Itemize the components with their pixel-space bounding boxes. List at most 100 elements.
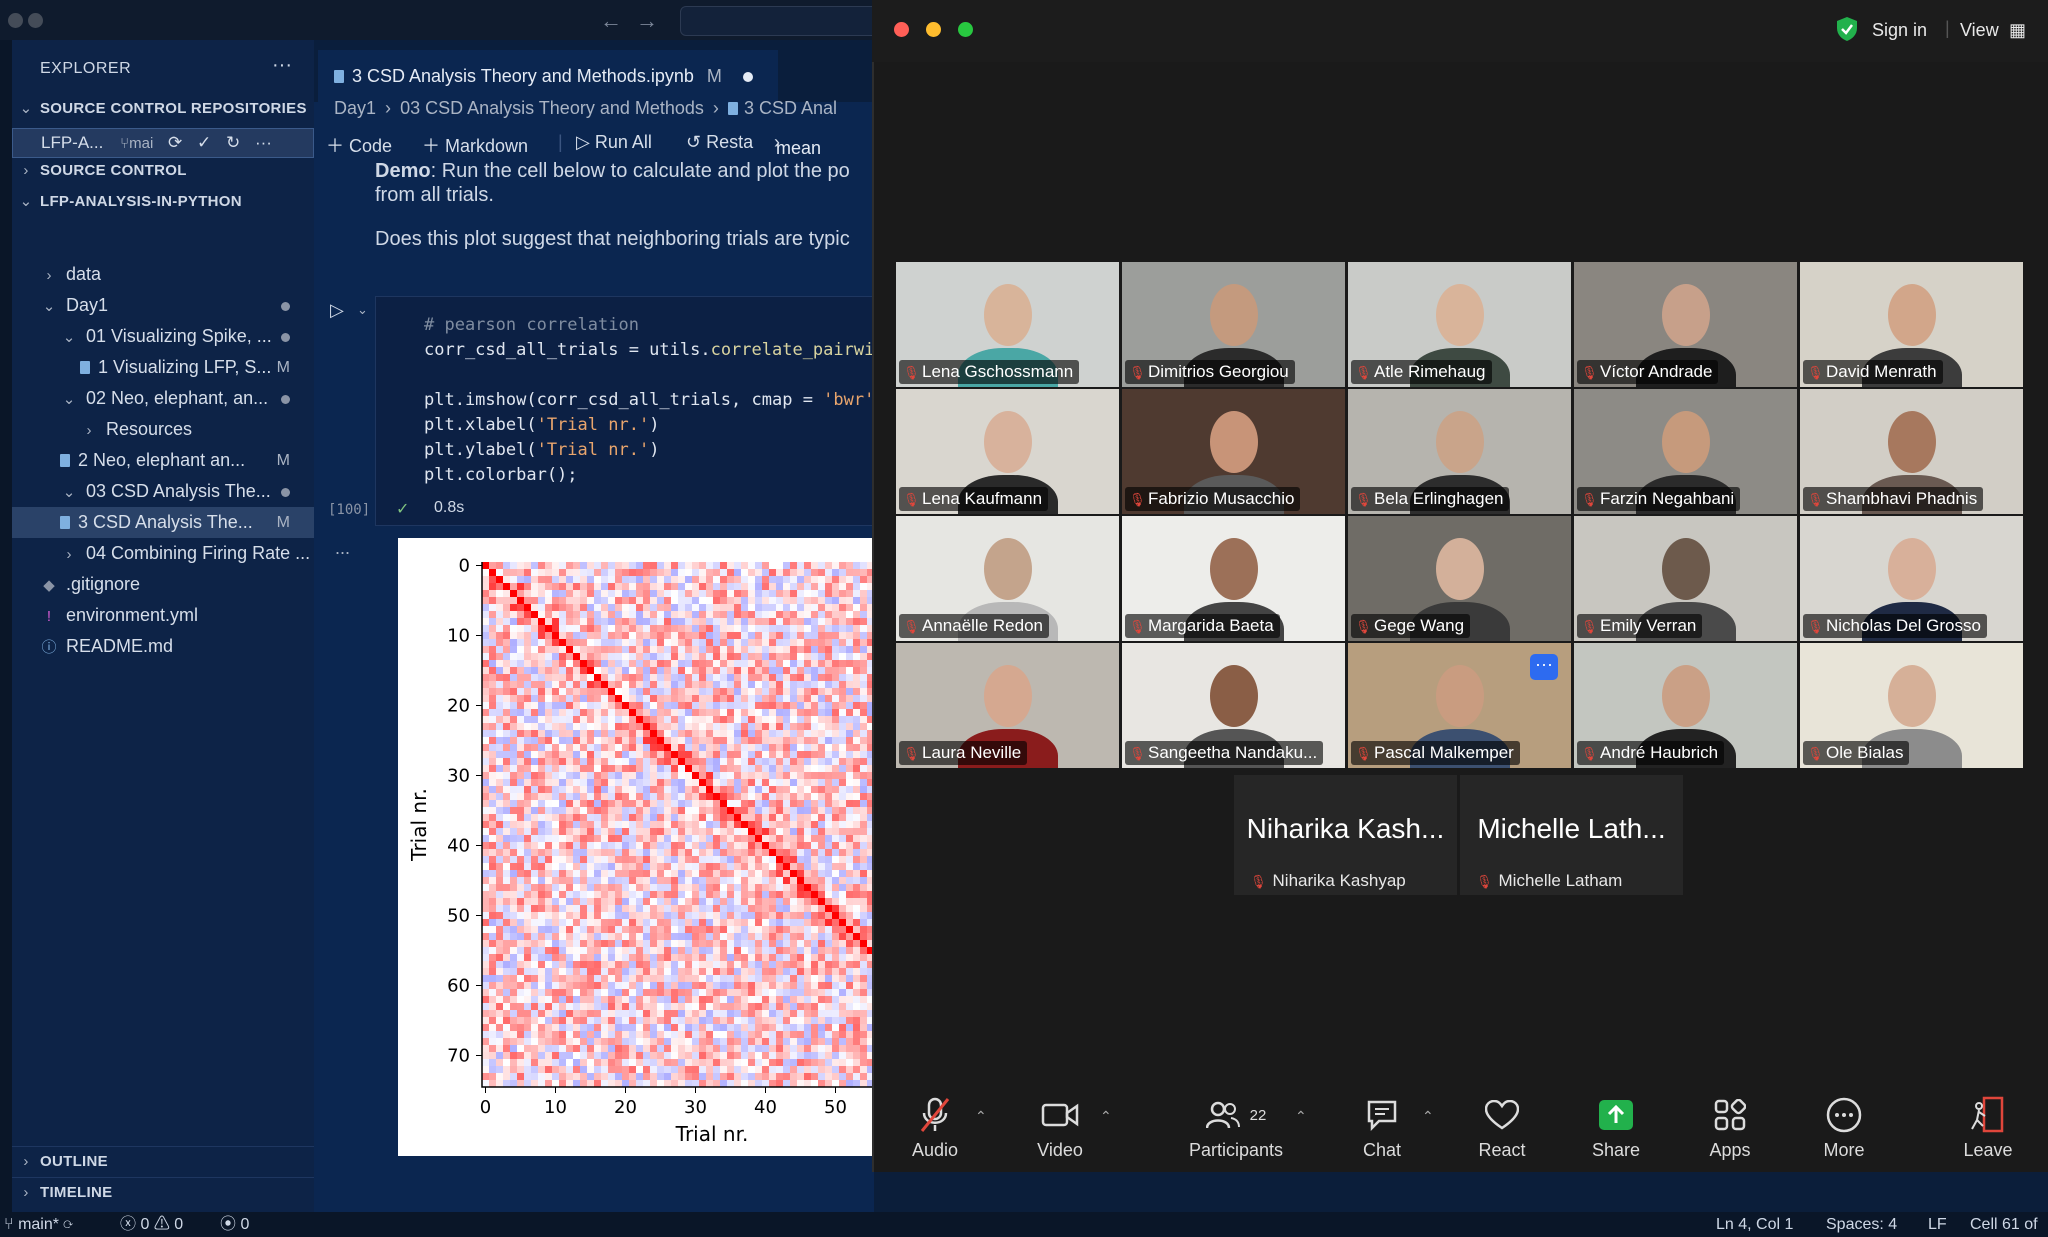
eol[interactable]: LF [1928,1212,1947,1237]
forward-arrow-icon[interactable]: → [636,8,658,34]
view-button[interactable]: View [1960,20,1999,41]
repo-more-icon[interactable]: ··· [255,133,272,152]
participant-tile[interactable]: 🎙 Sangeetha Nandaku... [1122,643,1345,768]
window-control[interactable] [8,13,23,28]
participant-tile-overflow[interactable]: Niharika Kash... 🎙 Niharika Kashyap [1234,775,1457,895]
participant-tile[interactable]: 🎙 Laura Neville [896,643,1119,768]
participants-caret-icon[interactable]: ⌃ [1295,1108,1307,1125]
cell-position[interactable]: Cell 61 of [1970,1212,2038,1237]
participant-tile[interactable]: 🎙 André Haubrich [1574,643,1797,768]
section-source-control[interactable]: › SOURCE CONTROL [12,156,314,186]
tree-item[interactable]: ! environment.yml [12,600,314,631]
breadcrumb-item[interactable]: Day1 [334,98,376,118]
participant-tile[interactable]: 🎙 Nicholas Del Grosso [1800,516,2023,641]
cursor-position[interactable]: Ln 4, Col 1 [1716,1212,1793,1237]
tree-item[interactable]: › 04 Combining Firing Rate ... [12,538,314,569]
participant-tile[interactable]: 🎙 Lena Kaufmann [896,389,1119,514]
participant-tile[interactable]: 🎙 Víctor Andrade [1574,262,1797,387]
back-arrow-icon[interactable]: ← [600,8,622,34]
sync-icon[interactable]: ⟳ [168,133,182,152]
tree-item[interactable]: ⌄ 02 Neo, elephant, an... [12,383,314,414]
section-timeline[interactable]: › TIMELINE [12,1177,314,1207]
tree-item[interactable]: › data [12,259,314,290]
breadcrumb-item[interactable]: 3 CSD Anal [744,98,837,118]
chat-caret-icon[interactable]: ⌃ [1422,1108,1434,1125]
share-button[interactable]: Share [1566,1096,1666,1161]
react-button[interactable]: React [1452,1096,1552,1161]
tab-notebook[interactable]: 3 CSD Analysis Theory and Methods.ipynb … [318,50,778,102]
participant-tile[interactable]: 🎙 Emily Verran [1574,516,1797,641]
participant-tile[interactable]: 🎙 Farzin Negahbani [1574,389,1797,514]
more-actions-icon[interactable]: ··· [272,54,292,77]
add-code-button[interactable]: ＋ Code [326,132,392,158]
heatmap-cell [692,646,699,653]
participant-tile[interactable]: 🎙 David Menrath [1800,262,2023,387]
video-caret-icon[interactable]: ⌃ [1100,1108,1112,1125]
refresh-icon[interactable]: ↻ [226,133,240,152]
tile-more-button[interactable]: ··· [1530,654,1558,680]
participant-tile[interactable]: 🎙 Gege Wang [1348,516,1571,641]
commit-check-icon[interactable]: ✓ [197,133,211,152]
leave-button[interactable]: Leave [1938,1096,2038,1161]
heatmap-cell [797,877,804,884]
restart-button[interactable]: ↺ Resta [686,132,753,153]
breadcrumb-item[interactable]: 03 CSD Analysis Theory and Methods [400,98,704,118]
window-control[interactable] [28,13,43,28]
repo-row[interactable]: LFP-A... ⑂mai ⟳ ✓ ↻ ··· [12,128,314,158]
audio-caret-icon[interactable]: ⌃ [975,1108,987,1125]
kernel-label[interactable]: mean [776,138,821,159]
participant-tile[interactable]: 🎙 Fabrizio Musacchio [1122,389,1345,514]
participant-tile[interactable]: 🎙 Dimitrios Georgiou [1122,262,1345,387]
section-project[interactable]: ⌄ LFP-ANALYSIS-IN-PYTHON [12,187,314,217]
add-markdown-button[interactable]: ＋ Markdown [422,132,528,158]
chat-button[interactable]: Chat [1332,1096,1432,1161]
participant-tile[interactable]: 🎙 Annaëlle Redon [896,516,1119,641]
sign-in-button[interactable]: Sign in [1872,20,1927,41]
problems-status[interactable]: ⓧ 0 ⚠ 0 [120,1212,183,1237]
more-button[interactable]: More [1794,1096,1894,1161]
tree-item[interactable]: ⓘ README.md [12,631,314,662]
heatmap-cell [699,975,706,982]
branch-status[interactable]: ⑂ main* ⟳ [4,1212,73,1237]
audio-button[interactable]: Audio [885,1096,985,1161]
run-cell-icon[interactable]: ▷ [330,300,344,321]
command-center-search[interactable] [680,6,880,36]
participants-button[interactable]: 22 Participants [1176,1096,1296,1161]
heatmap-cell [531,828,538,835]
tree-item[interactable]: 2 Neo, elephant an... M [12,445,314,476]
participant-tile[interactable]: 🎙 Shambhavi Phadnis [1800,389,2023,514]
tree-item[interactable]: 1 Visualizing LFP, S... M [12,352,314,383]
participant-tile[interactable]: 🎙 Lena Gschossmann [896,262,1119,387]
indentation[interactable]: Spaces: 4 [1826,1212,1897,1237]
tree-item[interactable]: › Resources [12,414,314,445]
code-cell[interactable]: # pearson correlation corr_csd_all_trial… [375,296,875,526]
tree-item[interactable]: ⌄ 01 Visualizing Spike, ... [12,321,314,352]
heatmap-cell [832,772,839,779]
section-source-control-repositories[interactable]: ⌄ SOURCE CONTROL REPOSITORIES [12,94,314,124]
ports-status[interactable]: ⦿ 0 [220,1212,249,1237]
chevron-down-icon[interactable]: ⌄ [357,302,368,318]
tree-item[interactable]: 3 CSD Analysis The... M [12,507,314,538]
maximize-window-button[interactable] [958,22,973,37]
minimize-window-button[interactable] [926,22,941,37]
video-button[interactable]: Video [1010,1096,1110,1161]
section-outline[interactable]: › OUTLINE [12,1146,314,1176]
heatmap-cell [720,688,727,695]
apps-button[interactable]: Apps [1680,1096,1780,1161]
heatmap-cell [489,576,496,583]
output-more-icon[interactable]: ... [335,538,350,559]
heatmap-cell [657,702,664,709]
heatmap-cell [538,1017,545,1024]
participant-tile[interactable]: 🎙 Margarida Baeta [1122,516,1345,641]
tree-item[interactable]: ◆ .gitignore [12,569,314,600]
tree-item[interactable]: ⌄ 03 CSD Analysis The... [12,476,314,507]
close-window-button[interactable] [894,22,909,37]
participant-tile[interactable]: 🎙 Atle Rimehaug [1348,262,1571,387]
run-all-button[interactable]: ▷ Run All [576,132,652,153]
participant-tile[interactable]: 🎙 Ole Bialas [1800,643,2023,768]
unsaved-dot-icon[interactable] [742,72,753,82]
participant-tile[interactable]: 🎙 Bela Erlinghagen [1348,389,1571,514]
participant-tile-overflow[interactable]: Michelle Lath... 🎙 Michelle Latham [1460,775,1683,895]
tree-item[interactable]: ⌄ Day1 [12,290,314,321]
grid-view-icon[interactable]: ▦ [2009,20,2026,41]
